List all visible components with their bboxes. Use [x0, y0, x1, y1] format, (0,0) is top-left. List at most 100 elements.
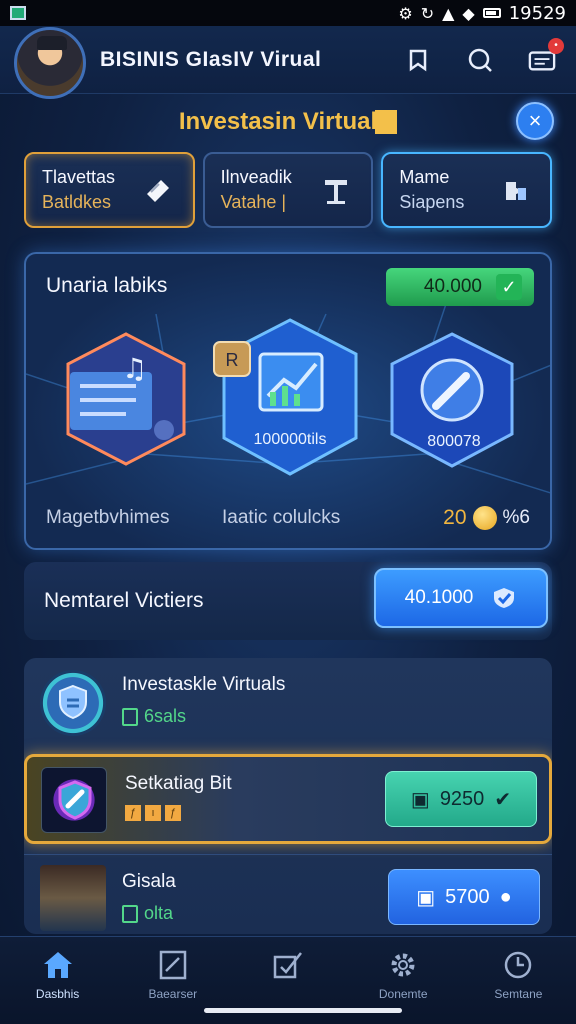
hex-center-label: 100000tils: [254, 431, 327, 448]
tag-icon: [122, 904, 138, 923]
hex-right-label: 800078: [427, 433, 480, 450]
featured-title: Unaria labiks: [46, 274, 168, 297]
section-value: 40.1000: [404, 587, 474, 608]
app-notification-icon: [10, 6, 26, 20]
tab-third[interactable]: Mame Siapens: [381, 152, 553, 228]
item-meta: olta: [122, 903, 173, 924]
footer-percent: %6: [502, 507, 530, 528]
item-value: 9250: [439, 787, 485, 810]
item-value-button[interactable]: ▣ 9250 ✔: [385, 771, 537, 827]
nav-item-dashboard[interactable]: Dasbhis: [0, 937, 115, 1024]
app-header: BISINIS GIasIV Virual •: [0, 26, 576, 99]
avatar[interactable]: [14, 26, 86, 99]
category-tabs: Tlavettas Batldkes Ilnveadik Vatahe | Ma…: [24, 152, 553, 228]
group-thumbnail: [40, 865, 106, 931]
ticket-icon: [146, 180, 169, 202]
tab-subtitle: Batldkes: [42, 192, 112, 212]
chart-hex-icon: 100000tils R: [213, 318, 358, 476]
header-actions: •: [404, 37, 564, 74]
tool-hex-icon: 800078: [390, 332, 514, 468]
document-icon: [159, 950, 187, 980]
item-value-button[interactable]: ▣ 5700 ●: [388, 869, 540, 925]
status-indicators: ⚙ ↻ ▲ ◆ 19529: [398, 3, 566, 24]
item-meta: ƒ ı ƒ: [125, 805, 181, 821]
svg-text:♫: ♫: [122, 352, 147, 385]
music-hex-icon: ♫: [66, 332, 186, 466]
featured-value: 40.000: [423, 276, 482, 297]
tab-title: Mame: [399, 167, 450, 187]
check-icon: ✓: [496, 274, 522, 300]
settings-gear-icon: [391, 953, 415, 977]
nav-label: Donemte: [378, 987, 428, 1001]
featured-footer: Magetbvhimes Iaatic colulcks 20 %6: [46, 506, 530, 530]
inbox-button[interactable]: •: [528, 37, 564, 74]
list-item[interactable]: Gisala olta ▣ 5700 ●: [24, 854, 552, 934]
item-meta-text: 6sals: [144, 706, 187, 726]
nav-label: Baearser: [148, 987, 198, 1001]
page-title-row: Investasin Virtual ×: [0, 100, 576, 144]
item-name: Gisala: [122, 871, 176, 892]
tab-subtitle: Vatahe |: [220, 192, 287, 212]
shield-badge-icon: [40, 670, 106, 736]
featured-card[interactable]: ♫ 100000tils R 800078 Unaria labiks 40.0…: [24, 252, 552, 550]
featured-value-pill[interactable]: 40.000 ✓: [386, 268, 534, 306]
list-item[interactable]: Investaskle Virtuals 6sals: [24, 658, 552, 752]
wallet-icon: ▣: [416, 886, 436, 909]
home-indicator[interactable]: [204, 1008, 402, 1013]
tab-second[interactable]: Ilnveadik Vatahe |: [202, 152, 374, 228]
info-icon: ●: [499, 885, 512, 908]
bookmark-icon: [409, 49, 427, 71]
tab-title: Ilnveadik: [220, 167, 292, 187]
chip-icon: ı: [145, 805, 161, 821]
status-bar: ⚙ ↻ ▲ ◆ 19529: [0, 0, 576, 26]
item-name: Setkatiag Bit: [125, 773, 232, 794]
section-title: Nemtarel Victiers: [44, 589, 204, 612]
nav-label: Dasbhis: [35, 987, 80, 1001]
settings-status-icon: ⚙: [398, 3, 413, 23]
wallet-icon: ▣: [410, 788, 430, 811]
footer-mid-label: Iaatic colulcks: [222, 507, 341, 528]
signal-icon: ▲: [442, 3, 455, 23]
check-icon: ✔: [494, 788, 512, 811]
footer-number: 20: [443, 506, 467, 529]
close-icon: ×: [528, 108, 542, 133]
page-title: Investasin Virtual: [178, 108, 378, 135]
chip-icon: ƒ: [165, 805, 181, 821]
investment-list: Investaskle Virtuals 6sals Setkatiag Bit…: [24, 658, 552, 934]
footer-stats: 20 %6: [443, 506, 530, 530]
battery-icon: [482, 8, 501, 18]
tab-first[interactable]: Tlavettas Batldkes: [24, 152, 195, 228]
nav-label: Semtane: [494, 987, 543, 1001]
coin-icon: [472, 506, 497, 530]
status-time: 19529: [508, 2, 566, 24]
list-item-highlighted[interactable]: Setkatiag Bit ƒ ı ƒ ▣ 9250 ✔: [24, 754, 552, 844]
item-name: Investaskle Virtuals: [122, 674, 286, 695]
chip-icon: ƒ: [125, 805, 141, 821]
hammer-icon: [325, 180, 348, 204]
close-button[interactable]: ×: [516, 102, 554, 140]
footer-left-label: Magetbvhimes: [46, 507, 170, 528]
tag-icon: [122, 707, 138, 726]
search-icon: [468, 48, 492, 72]
edit-check-icon: [273, 952, 302, 979]
section-value-button[interactable]: 40.1000: [374, 568, 548, 628]
item-meta-text: olta: [144, 903, 174, 923]
bookmark-button[interactable]: [404, 46, 432, 74]
title-highlight: [375, 110, 398, 134]
wifi-icon: ◆: [462, 3, 475, 23]
tab-title: Tlavettas: [42, 167, 116, 187]
section-row: Nemtarel Victiers 40.1000: [24, 562, 552, 640]
search-button[interactable]: [466, 46, 494, 74]
home-icon: [43, 952, 72, 978]
verified-shield-icon: [494, 588, 515, 608]
hex-badge-label: R: [226, 350, 239, 370]
game-thumbnail: [41, 767, 107, 833]
nav-item-schedule[interactable]: Semtane: [461, 937, 576, 1024]
item-meta: 6sals: [122, 706, 186, 727]
notification-badge: •: [548, 37, 564, 54]
puzzle-icon: [506, 182, 527, 200]
app-title: BISINIS GIasIV Virual: [100, 47, 322, 71]
item-value: 5700: [445, 885, 490, 908]
clock-icon: [505, 951, 532, 979]
sync-icon: ↻: [420, 3, 435, 23]
